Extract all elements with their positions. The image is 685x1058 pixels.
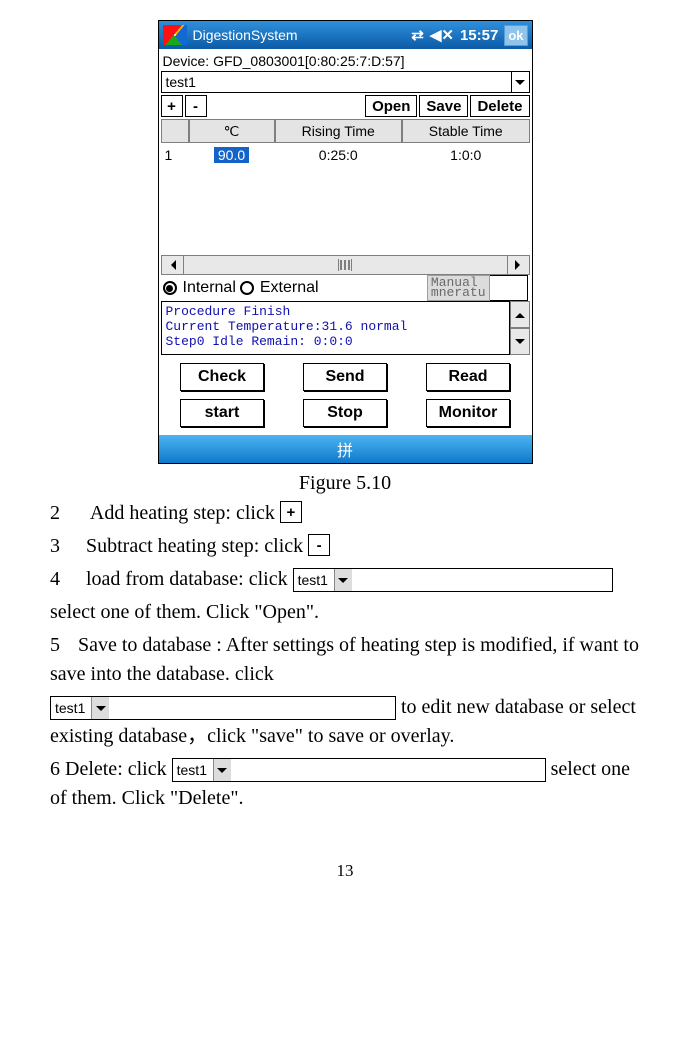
ok-button[interactable]: ok: [504, 25, 527, 46]
volume-icon: ◀✕: [430, 26, 454, 44]
header-rising-time: Rising Time: [275, 119, 403, 143]
step-2-line: 2 Add heating step: click +: [50, 499, 640, 528]
clock-label: 15:57: [460, 27, 498, 44]
inline-combo-3[interactable]: test1: [172, 758, 546, 782]
action-row-1: Check Send Read: [161, 363, 530, 391]
connectivity-icon: ⇄: [411, 26, 424, 44]
temp-edit-value[interactable]: 90.0: [214, 147, 249, 163]
device-label: Device: GFD_0803001[0:80:25:7:D:57]: [161, 51, 530, 71]
header-temp: ℃: [189, 119, 275, 143]
internal-radio[interactable]: [163, 281, 177, 295]
manual-label: Manualmneratu: [427, 275, 490, 301]
step-toolbar: + - Open Save Delete: [161, 95, 530, 117]
action-row-2: start Stop Monitor: [161, 399, 530, 427]
header-stable-time: Stable Time: [402, 119, 530, 143]
open-button[interactable]: Open: [365, 95, 417, 117]
scroll-down-button[interactable]: [510, 328, 530, 355]
start-button[interactable]: start: [180, 399, 264, 427]
monitor-button[interactable]: Monitor: [426, 399, 510, 427]
inline-combo-2[interactable]: test1: [50, 696, 396, 720]
scroll-right-button[interactable]: [507, 256, 529, 274]
table-blank-area: [161, 167, 530, 255]
step-4-line-b: select one of them. Click "Open".: [50, 598, 640, 627]
scroll-thumb[interactable]: [184, 256, 507, 274]
chevron-down-icon: [213, 759, 231, 781]
database-select-value: test1: [166, 74, 196, 90]
device-screenshot: DigestionSystem ⇄ ◀✕ 15:57 ok Device: GF…: [158, 20, 533, 464]
cell-temp[interactable]: 90.0: [189, 143, 275, 167]
header-index: [161, 119, 189, 143]
chevron-down-icon: [511, 72, 529, 92]
check-button[interactable]: Check: [180, 363, 264, 391]
inline-minus-button[interactable]: -: [308, 534, 330, 556]
ime-label: 拼: [337, 437, 353, 461]
table-row[interactable]: 1 90.0 0:25:0 1:0:0: [161, 143, 530, 167]
inline-plus-button[interactable]: +: [280, 501, 302, 523]
external-label: External: [260, 279, 319, 297]
horizontal-scrollbar[interactable]: [161, 255, 530, 275]
cell-index: 1: [161, 143, 189, 167]
stop-button[interactable]: Stop: [303, 399, 387, 427]
chevron-down-icon: [334, 569, 352, 591]
status-text: Procedure Finish Current Temperature:31.…: [161, 301, 510, 355]
delete-button[interactable]: Delete: [470, 95, 529, 117]
windows-flag-icon: [163, 25, 187, 45]
ime-bar[interactable]: 拼: [159, 435, 532, 463]
cell-stable[interactable]: 1:0:0: [402, 143, 530, 167]
read-button[interactable]: Read: [426, 363, 510, 391]
status-panel: Procedure Finish Current Temperature:31.…: [161, 301, 530, 355]
step-5-combo-line: test1 to edit new database or select exi…: [50, 693, 640, 751]
step-3-line: 3Subtract heating step: click -: [50, 532, 640, 561]
step-5-line: 5Save to database : After settings of he…: [50, 631, 640, 689]
client-area: Device: GFD_0803001[0:80:25:7:D:57] test…: [159, 49, 532, 435]
database-select[interactable]: test1: [161, 71, 530, 93]
add-step-button[interactable]: +: [161, 95, 183, 117]
window-titlebar: DigestionSystem ⇄ ◀✕ 15:57 ok: [159, 21, 532, 49]
external-radio[interactable]: [240, 281, 254, 295]
scroll-left-button[interactable]: [162, 256, 184, 274]
figure-caption: Figure 5.10: [50, 472, 640, 495]
vertical-scrollbar[interactable]: [510, 301, 530, 355]
chevron-down-icon: [91, 697, 109, 719]
manual-temp-group: Manualmneratu: [427, 275, 528, 301]
inline-combo-1[interactable]: test1: [293, 568, 613, 592]
app-title: DigestionSystem: [193, 27, 409, 43]
internal-label: Internal: [183, 279, 236, 297]
sensor-radio-group: Internal External Manualmneratu: [161, 275, 530, 301]
scroll-up-button[interactable]: [510, 301, 530, 328]
step-4-line: 4load from database: click test1: [50, 565, 640, 594]
cell-rising[interactable]: 0:25:0: [275, 143, 403, 167]
remove-step-button[interactable]: -: [185, 95, 207, 117]
step-6-line: 6 Delete: click test1 select one of them…: [50, 755, 640, 813]
send-button[interactable]: Send: [303, 363, 387, 391]
manual-temp-input[interactable]: [490, 275, 528, 301]
table-header: ℃ Rising Time Stable Time: [161, 119, 530, 143]
page-number: 13: [50, 861, 640, 881]
save-button[interactable]: Save: [419, 95, 468, 117]
